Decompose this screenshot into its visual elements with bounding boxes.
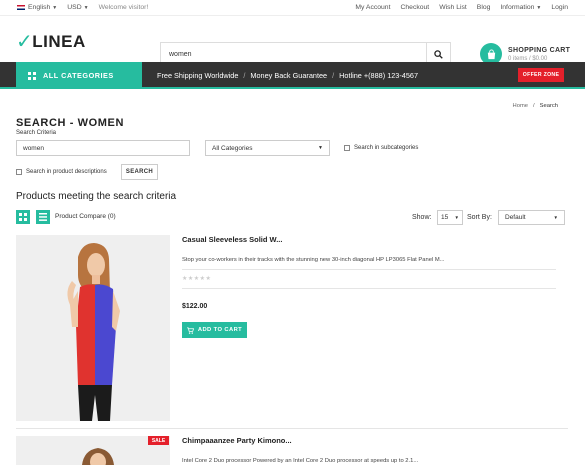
- grid-view-button[interactable]: [16, 210, 30, 224]
- msg-money-back: Money Back Guarantee: [250, 71, 328, 80]
- grid-icon: [19, 213, 27, 221]
- caret-down-icon: ▼: [83, 5, 89, 11]
- link-login[interactable]: Login: [551, 4, 568, 11]
- caret-down-icon: ▼: [318, 145, 323, 151]
- nav-separator: /: [332, 71, 335, 80]
- category-select[interactable]: All Categories ▼: [205, 140, 330, 156]
- subcategories-checkbox[interactable]: [344, 145, 350, 151]
- show-limit-select[interactable]: 15 ▼: [437, 210, 463, 225]
- product-description: Intel Core 2 Duo processor Powered by an…: [182, 458, 419, 464]
- product-image[interactable]: [16, 436, 170, 465]
- product-image[interactable]: [16, 235, 170, 421]
- sort-select[interactable]: Default ▼: [498, 210, 565, 225]
- uk-flag-icon: [17, 4, 25, 10]
- list-icon: [39, 213, 47, 221]
- show-label: Show:: [412, 214, 432, 221]
- woman-model-image: [16, 436, 170, 465]
- rating-stars: ★★★★★: [182, 276, 212, 282]
- breadcrumb-home[interactable]: Home: [513, 103, 528, 109]
- caret-down-icon: ▼: [553, 215, 558, 220]
- language-selector[interactable]: English ▼: [17, 4, 57, 11]
- cart-summary: 0 items / $0.00: [508, 55, 548, 62]
- link-my-account[interactable]: My Account: [355, 4, 390, 11]
- top-bar: English ▼ USD ▼ Welcome visitor! My Accoun…: [0, 0, 585, 16]
- grid-icon: [28, 71, 36, 80]
- main-nav: ALL CATEGORIES Free Shipping Worldwide /…: [0, 62, 585, 89]
- msg-hotline: Hotline +(888) 123-4567: [339, 71, 419, 80]
- product-name[interactable]: Chimpaaanzee Party Kimono...: [182, 436, 292, 445]
- header: ✓ LINEA SHOPPING CART 0 items / $0.00: [0, 16, 585, 66]
- product-compare-link[interactable]: Product Compare (0): [55, 213, 116, 220]
- page-title: SEARCH - WOMEN: [16, 117, 125, 129]
- caret-down-icon: ▼: [454, 215, 459, 220]
- product-row-divider: [16, 428, 568, 429]
- add-to-cart-button[interactable]: ADD TO CART: [182, 322, 247, 338]
- all-categories-button[interactable]: ALL CATEGORIES: [16, 62, 142, 89]
- cart-icon: [186, 326, 194, 334]
- divider: [182, 288, 556, 289]
- cart-title: SHOPPING CART: [508, 46, 571, 54]
- product-description: Stop your co-workers in their tracks wit…: [182, 257, 445, 263]
- link-information[interactable]: Information ▼: [500, 4, 541, 11]
- product-price: $122.00: [182, 303, 208, 310]
- offer-zone-button[interactable]: OFFER ZONE: [518, 68, 564, 82]
- criteria-label: Search Criteria: [16, 130, 57, 136]
- breadcrumb-separator: /: [533, 103, 535, 109]
- breadcrumb-current: Search: [539, 103, 558, 109]
- descriptions-option[interactable]: Search in product descriptions: [16, 169, 107, 175]
- descriptions-checkbox[interactable]: [16, 169, 22, 175]
- subcategories-option[interactable]: Search in subcategories: [344, 145, 418, 151]
- breadcrumb: Home / Search: [513, 103, 558, 109]
- product-name[interactable]: Casual Sleeveless Solid W...: [182, 235, 282, 244]
- divider: [182, 269, 556, 270]
- nav-separator: /: [243, 71, 246, 80]
- list-view-button[interactable]: [36, 210, 50, 224]
- link-wish-list[interactable]: Wish List: [439, 4, 467, 11]
- welcome-message: Welcome visitor!: [98, 4, 149, 11]
- nav-messages: Free Shipping Worldwide / Money Back Gua…: [157, 71, 418, 80]
- keyword-input[interactable]: women: [16, 140, 190, 156]
- msg-shipping: Free Shipping Worldwide: [157, 71, 239, 80]
- results-title: Products meeting the search criteria: [16, 191, 177, 202]
- logo[interactable]: ✓ LINEA: [16, 29, 86, 54]
- search-button[interactable]: SEARCH: [121, 164, 158, 180]
- currency-selector[interactable]: USD ▼: [67, 4, 88, 11]
- sort-label: Sort By:: [467, 214, 492, 221]
- checkmark-logo-icon: ✓: [16, 31, 34, 53]
- search-icon: [434, 49, 443, 59]
- link-checkout[interactable]: Checkout: [400, 4, 429, 11]
- caret-down-icon: ▼: [536, 5, 542, 11]
- sale-badge: SALE: [148, 436, 169, 445]
- woman-model-image: [16, 235, 170, 421]
- link-blog[interactable]: Blog: [477, 4, 491, 11]
- caret-down-icon: ▼: [52, 5, 58, 11]
